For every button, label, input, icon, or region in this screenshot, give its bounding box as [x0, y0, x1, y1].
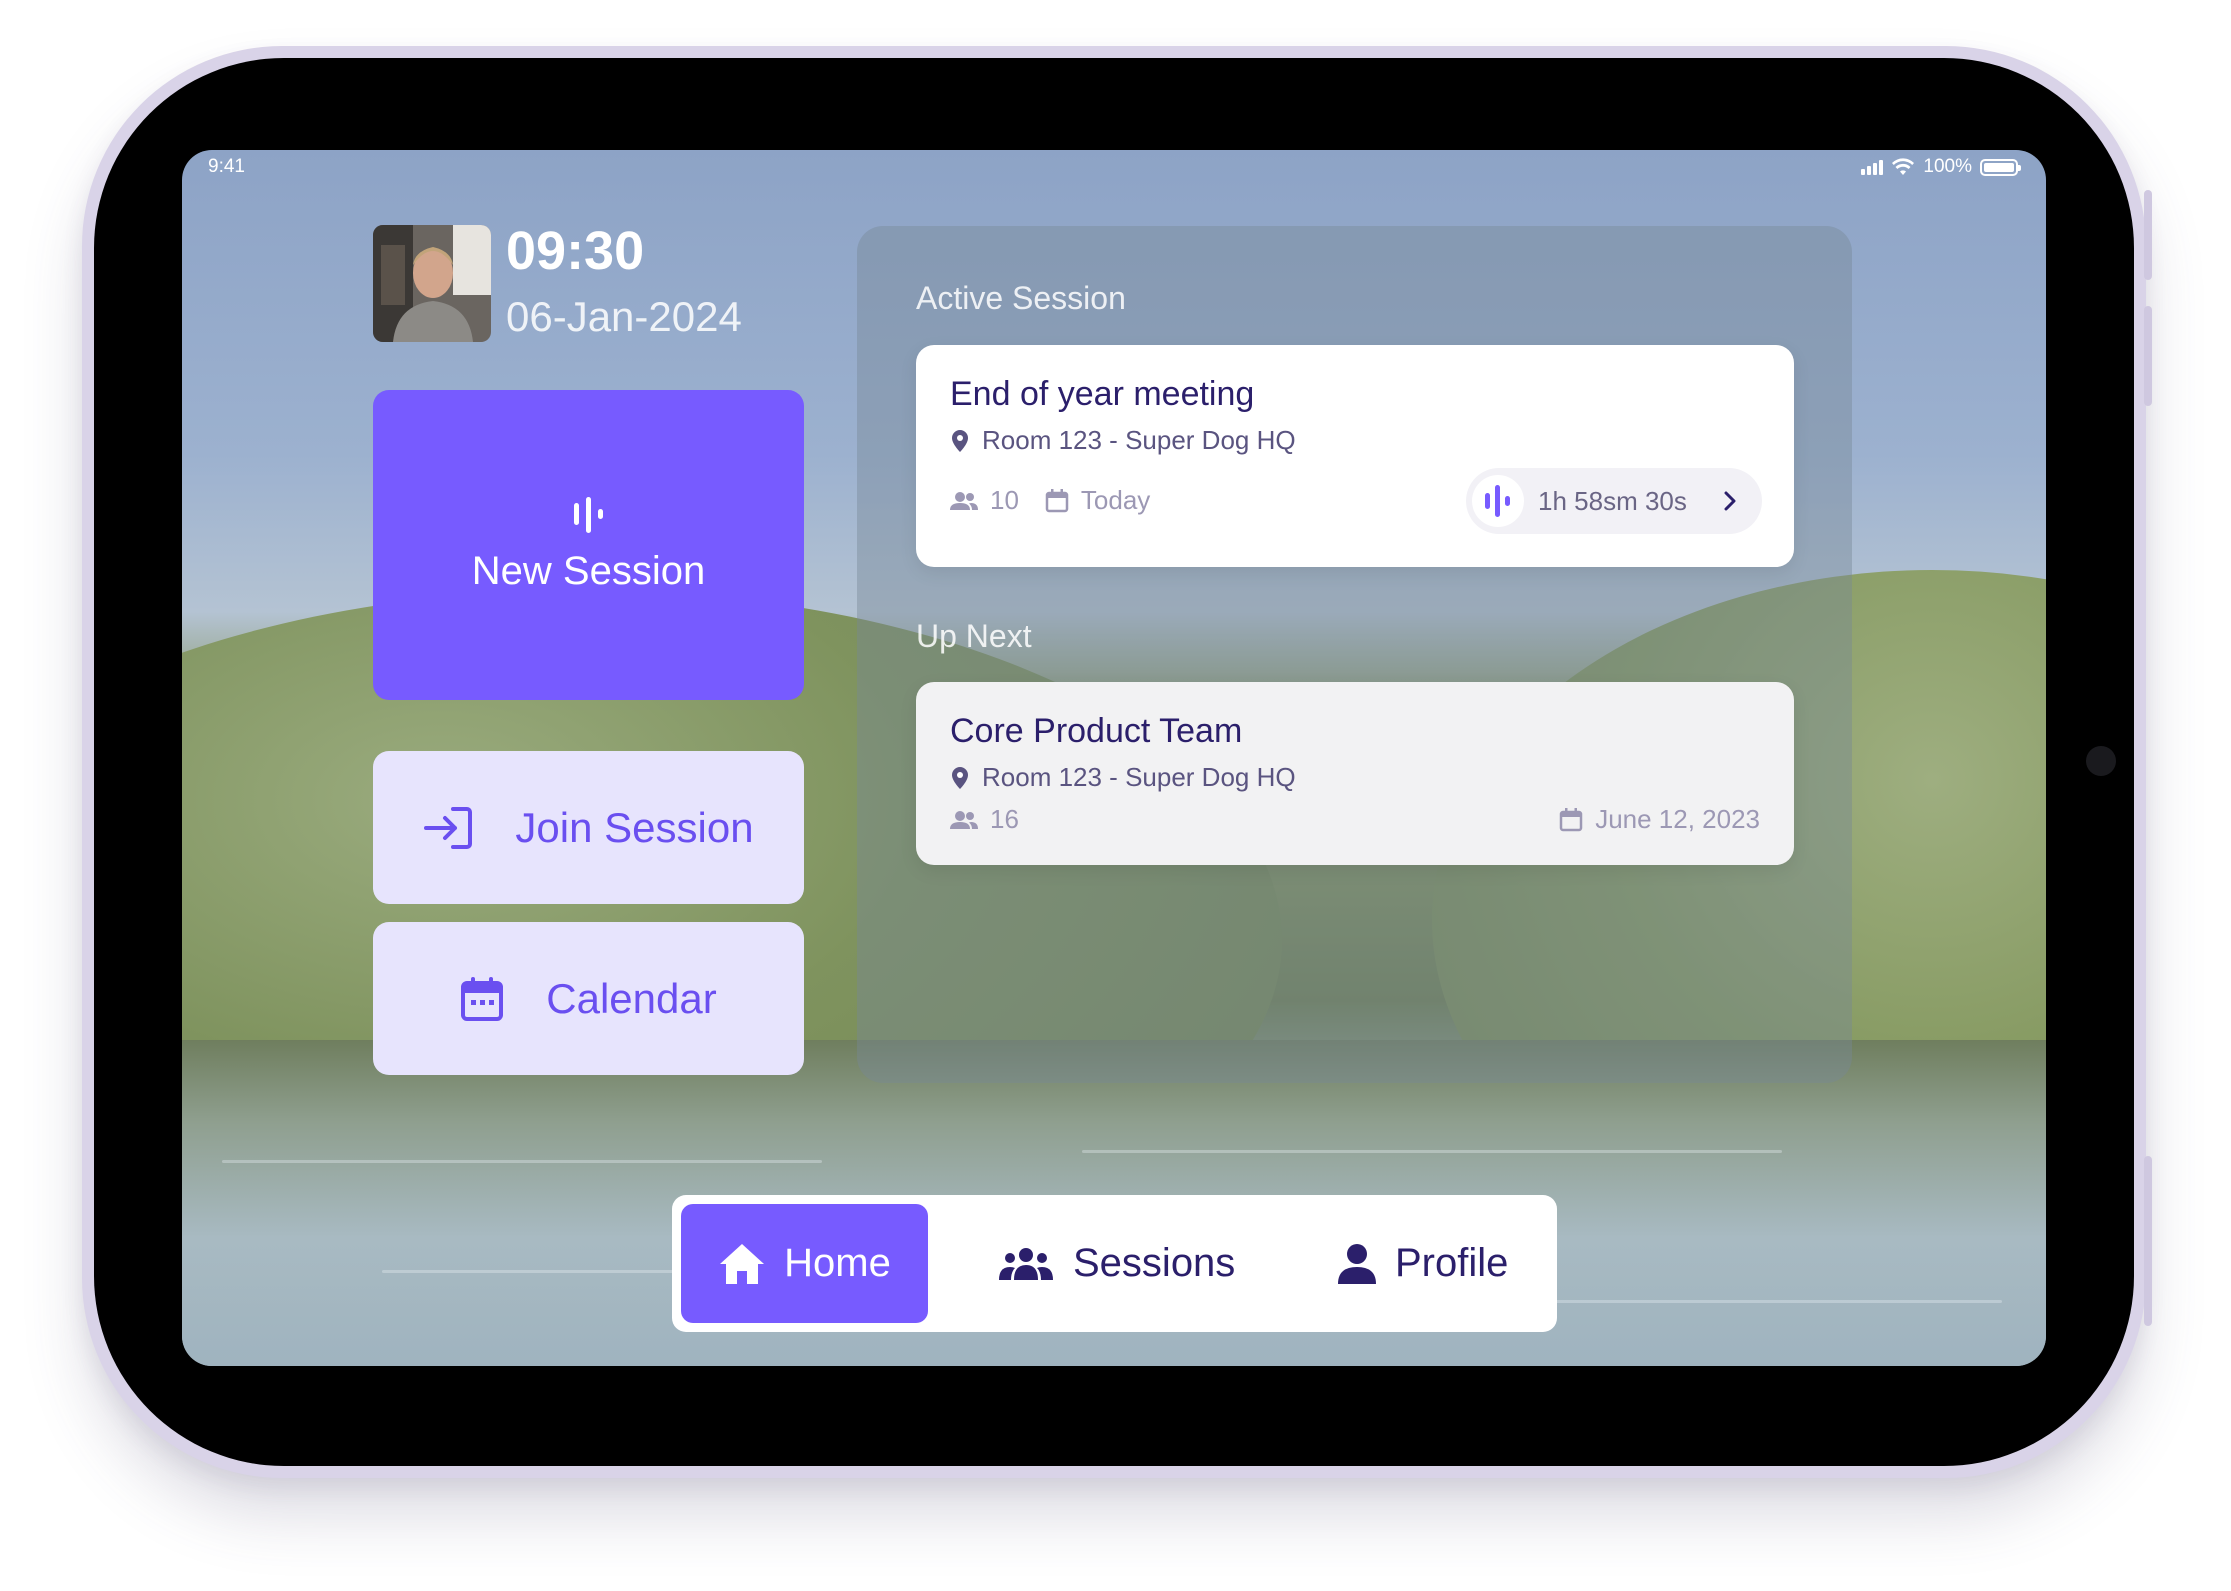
- location-pin-icon: [952, 766, 968, 789]
- nav-profile-label: Profile: [1395, 1241, 1509, 1285]
- up-next-card[interactable]: Core Product Team Room 123 - Super Dog H…: [916, 682, 1794, 865]
- water-ripple: [222, 1160, 822, 1163]
- active-session-title: End of year meeting: [950, 375, 1255, 413]
- active-session-heading: Active Session: [916, 280, 1126, 316]
- power-button: [2144, 1156, 2152, 1326]
- calendar-small-icon: [1045, 488, 1069, 512]
- participants-icon: [950, 810, 978, 829]
- active-session-participants: 10: [990, 485, 1019, 515]
- signal-icon: [1861, 159, 1884, 175]
- up-next-date-row: June 12, 2023: [1559, 804, 1760, 835]
- up-next-participants: 16: [990, 804, 1019, 834]
- calendar-small-icon: [1559, 807, 1583, 831]
- new-session-button[interactable]: New Session: [373, 390, 804, 700]
- volume-up-button: [2144, 190, 2152, 280]
- audio-wave-icon: [573, 496, 603, 533]
- nav-sessions-label: Sessions: [1073, 1241, 1236, 1285]
- bottom-nav: Home Sessions Profile: [672, 1195, 1557, 1332]
- join-session-button[interactable]: Join Session: [373, 751, 804, 904]
- active-session-location: Room 123 - Super Dog HQ: [982, 425, 1296, 455]
- status-indicators: 100%: [1861, 156, 2021, 178]
- nav-item-sessions[interactable]: Sessions: [997, 1204, 1235, 1323]
- calendar-icon: [461, 976, 504, 1021]
- nav-home-label: Home: [784, 1241, 891, 1285]
- volume-down-button: [2144, 306, 2152, 406]
- avatar[interactable]: [373, 225, 491, 342]
- session-timer[interactable]: 1h 58sm 30s: [1466, 468, 1762, 534]
- active-session-card[interactable]: End of year meeting Room 123 - Super Dog…: [916, 345, 1794, 567]
- calendar-label: Calendar: [546, 974, 717, 1022]
- battery-percent: 100%: [1923, 156, 1972, 177]
- nav-item-profile[interactable]: Profile: [1337, 1204, 1508, 1323]
- current-date: 06-Jan-2024: [506, 293, 742, 340]
- active-session-date: Today: [1080, 485, 1151, 515]
- person-icon: [1338, 1243, 1376, 1284]
- calendar-button[interactable]: Calendar: [373, 922, 804, 1075]
- status-time: 9:41: [208, 156, 245, 177]
- up-next-participants-row: 16: [950, 804, 1019, 835]
- chevron-right-icon: [1724, 491, 1736, 511]
- front-camera: [2086, 746, 2116, 776]
- up-next-location: Room 123 - Super Dog HQ: [982, 762, 1296, 792]
- up-next-heading: Up Next: [916, 618, 1032, 654]
- up-next-date: June 12, 2023: [1595, 804, 1760, 834]
- tablet-screen: 9:41 100% 09:30 06-Jan-2024 New Session …: [182, 150, 2046, 1366]
- up-next-title: Core Product Team: [950, 712, 1243, 750]
- recording-indicator: [1472, 475, 1524, 527]
- group-icon: [999, 1247, 1053, 1280]
- location-pin-icon: [952, 429, 968, 452]
- up-next-location-row: Room 123 - Super Dog HQ: [950, 762, 1296, 793]
- home-icon: [720, 1243, 765, 1284]
- participants-icon: [950, 491, 978, 510]
- battery-icon: [1980, 158, 2021, 176]
- login-icon: [424, 806, 473, 849]
- nav-item-home[interactable]: Home: [681, 1204, 928, 1323]
- active-session-meta-row: 10 Today: [950, 485, 1150, 516]
- water-ripple: [1482, 1300, 2002, 1303]
- join-session-label: Join Session: [515, 803, 754, 851]
- status-bar: 9:41 100%: [182, 150, 2046, 184]
- water-ripple: [1082, 1150, 1782, 1153]
- wifi-icon: [1892, 158, 1915, 175]
- clock-time: 09:30: [506, 221, 645, 281]
- new-session-label: New Session: [471, 548, 706, 593]
- audio-wave-icon: [1485, 485, 1510, 517]
- active-session-location-row: Room 123 - Super Dog HQ: [950, 425, 1296, 456]
- avatar-photo: [373, 225, 491, 342]
- session-timer-text: 1h 58sm 30s: [1538, 485, 1687, 516]
